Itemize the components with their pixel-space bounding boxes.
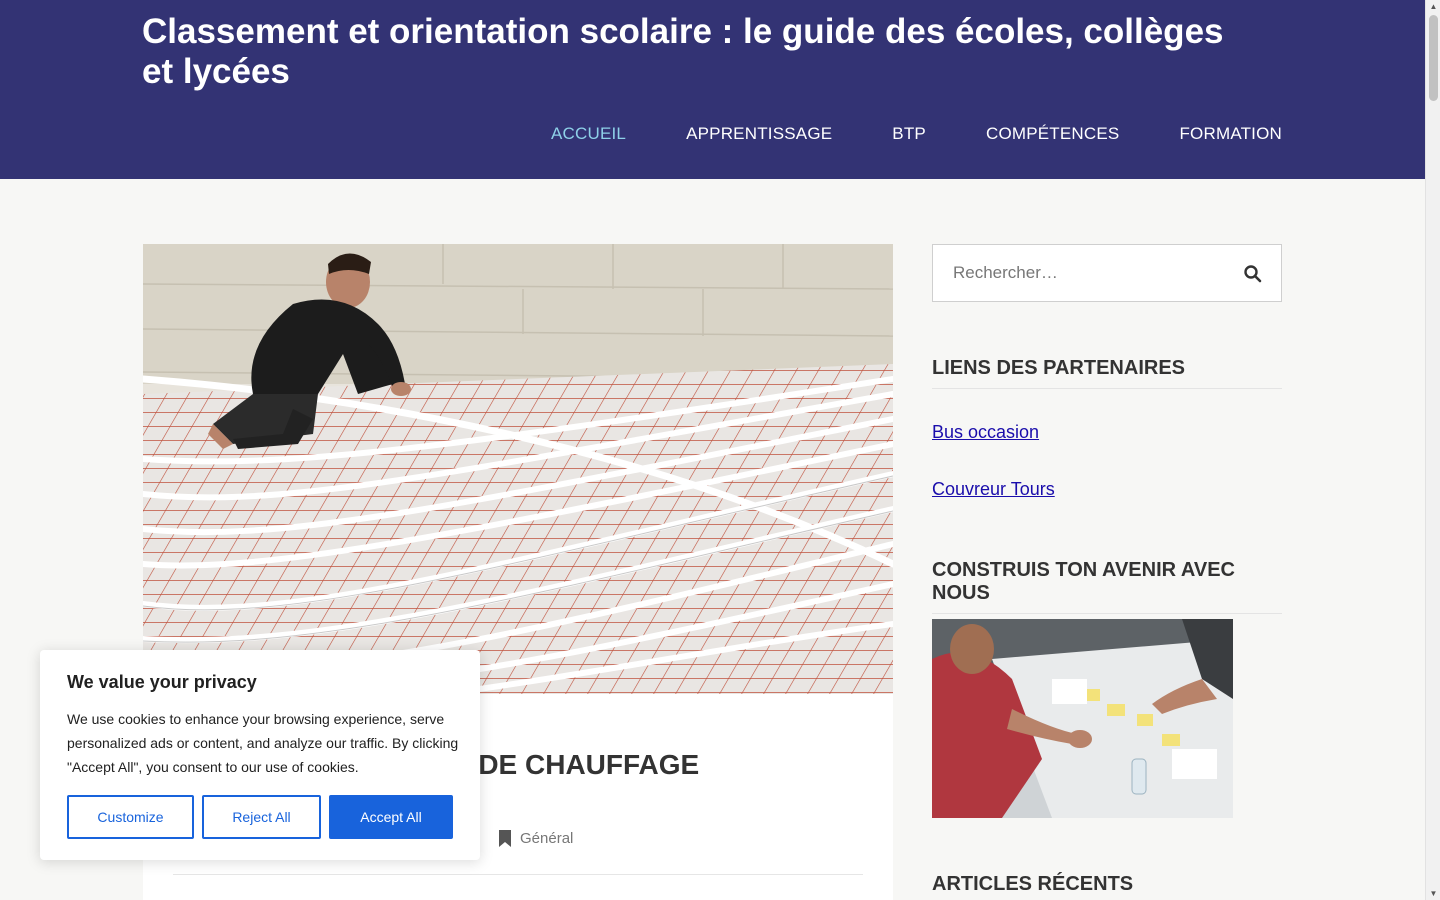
partner-link-bus-occasion[interactable]: Bus occasion (932, 422, 1039, 443)
article-divider (173, 874, 863, 875)
reject-all-button[interactable]: Reject All (202, 795, 321, 839)
team-meeting-photo (932, 619, 1233, 818)
search-input[interactable] (933, 245, 1233, 301)
page-scrollbar[interactable]: ▲ ▼ (1425, 0, 1440, 900)
featured-image[interactable] (143, 244, 893, 694)
nav-item-competences[interactable]: COMPÉTENCES (986, 124, 1120, 144)
nav-item-accueil[interactable]: ACCUEIL (551, 124, 626, 144)
scroll-down-arrow-icon[interactable]: ▼ (1429, 889, 1438, 898)
bookmark-icon (499, 830, 511, 847)
partner-link-couvreur-tours[interactable]: Couvreur Tours (932, 479, 1055, 500)
scroll-thumb[interactable] (1429, 15, 1438, 101)
underfloor-heating-photo (143, 244, 893, 694)
article-meta: Général (498, 830, 573, 847)
main-nav: ACCUEIL APPRENTISSAGE BTP COMPÉTENCES FO… (491, 124, 1282, 144)
nav-item-formation[interactable]: FORMATION (1179, 124, 1282, 144)
site-header: Classement et orientation scolaire : le … (0, 0, 1425, 179)
future-widget-title: CONSTRUIS TON AVENIR AVEC NOUS (932, 559, 1282, 614)
nav-item-apprentissage[interactable]: APPRENTISSAGE (686, 124, 832, 144)
accept-all-button[interactable]: Accept All (329, 795, 453, 839)
nav-item-btp[interactable]: BTP (892, 124, 926, 144)
cookie-title: We value your privacy (67, 672, 257, 692)
article-category[interactable]: Général (520, 830, 573, 847)
site-title[interactable]: Classement et orientation scolaire : le … (142, 12, 1262, 92)
sidebar-promo-image[interactable] (932, 619, 1233, 818)
sidebar-search (932, 244, 1282, 302)
cookie-text: We use cookies to enhance your browsing … (67, 711, 459, 775)
partners-widget-title: LIENS DES PARTENAIRES (932, 357, 1282, 389)
customize-button[interactable]: Customize (67, 795, 194, 839)
cookie-consent-banner: We value your privacy We use cookies to … (40, 650, 480, 860)
search-icon[interactable] (1243, 264, 1263, 284)
scroll-up-arrow-icon[interactable]: ▲ (1429, 2, 1438, 11)
recent-articles-widget-title: ARTICLES RÉCENTS (932, 873, 1134, 895)
